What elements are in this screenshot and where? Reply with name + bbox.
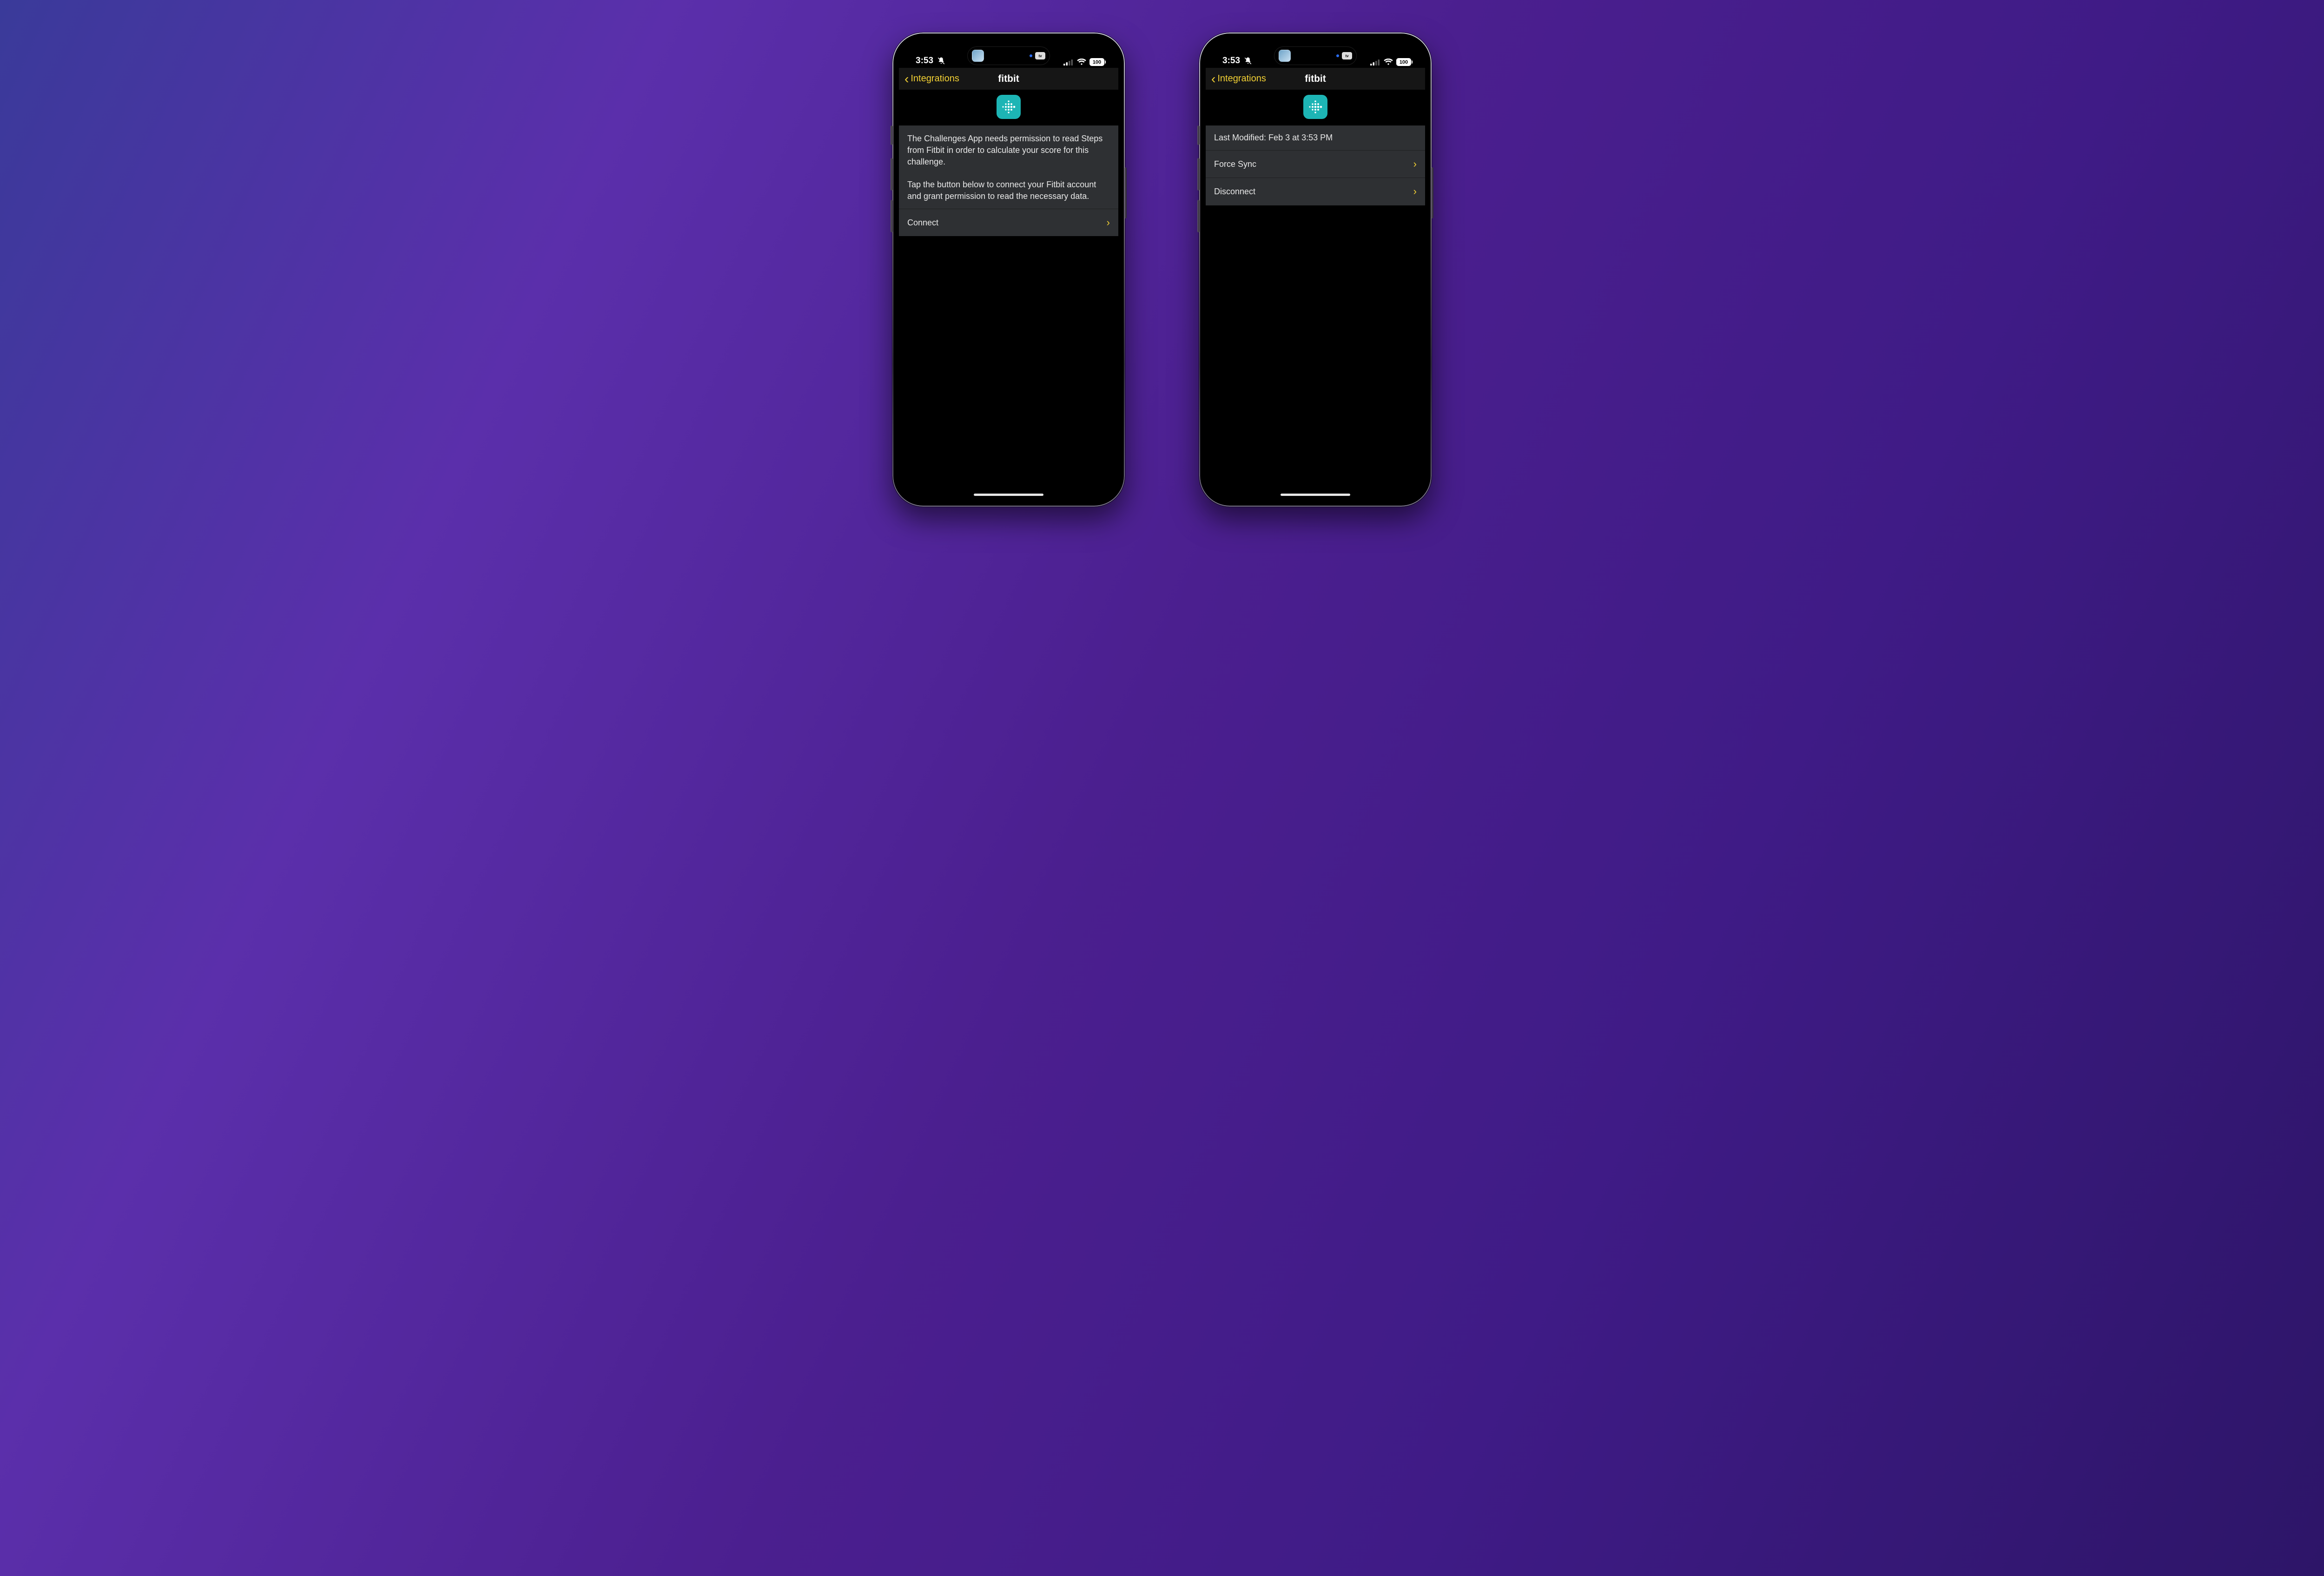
chevron-left-icon: ‹ [1211,73,1215,86]
phone-mockup-left: tv 3:53 100 ‹ Int [892,33,1125,507]
silent-mode-icon [1244,57,1252,65]
content-area: Last Modified: Feb 3 at 3:53 PM Force Sy… [1206,90,1425,500]
now-playing-thumbnail [972,50,984,62]
cellular-signal-icon [1370,59,1380,66]
last-modified-row: Last Modified: Feb 3 at 3:53 PM [1206,125,1425,150]
battery-icon: 100 [1396,58,1411,66]
back-button[interactable]: ‹ Integrations [1206,73,1266,86]
screen: tv 3:53 100 ‹ Int [1206,39,1425,500]
cellular-signal-icon [1063,59,1074,66]
status-time: 3:53 [916,56,933,66]
page-title: fitbit [998,73,1019,85]
info-panel: The Challenges App needs permission to r… [899,125,1118,236]
dynamic-island: tv [967,46,1050,65]
now-playing-thumbnail [1279,50,1291,62]
side-button [1431,167,1433,218]
chevron-right-icon: › [1107,216,1110,230]
back-label: Integrations [911,73,959,84]
back-button[interactable]: ‹ Integrations [899,73,959,86]
connect-label: Connect [907,217,938,229]
nav-bar: ‹ Integrations fitbit [1206,68,1425,90]
screen: tv 3:53 100 ‹ Int [899,39,1118,500]
battery-level: 100 [1093,59,1101,65]
silent-mode-icon [937,57,945,65]
island-right-cluster: tv [1030,52,1045,59]
app-icon-container [1206,90,1425,125]
fitbit-app-icon [997,95,1021,119]
home-indicator[interactable] [974,494,1043,496]
fitbit-app-icon [1303,95,1327,119]
content-area: The Challenges App needs permission to r… [899,90,1118,500]
battery-icon: 100 [1089,58,1104,66]
force-sync-label: Force Sync [1214,158,1256,170]
side-button [1197,158,1200,191]
force-sync-row[interactable]: Force Sync › [1206,150,1425,178]
app-icon-container [899,90,1118,125]
side-button [891,158,893,191]
side-button [1124,167,1127,218]
island-right-cluster: tv [1336,52,1352,59]
settings-panel: Last Modified: Feb 3 at 3:53 PM Force Sy… [1206,125,1425,205]
status-time: 3:53 [1222,56,1240,66]
chevron-left-icon: ‹ [905,73,909,86]
back-label: Integrations [1217,73,1266,84]
disconnect-label: Disconnect [1214,186,1255,198]
last-modified-text: Last Modified: Feb 3 at 3:53 PM [1214,132,1333,144]
chevron-right-icon: › [1413,185,1417,198]
disconnect-row[interactable]: Disconnect › [1206,178,1425,205]
side-button [891,200,893,232]
appletv-badge-icon: tv [1035,52,1045,59]
side-button [1197,200,1200,232]
dynamic-island: tv [1274,46,1357,65]
phone-mockup-right: tv 3:53 100 ‹ Int [1199,33,1432,507]
activity-dot-icon [1030,54,1032,57]
activity-dot-icon [1336,54,1339,57]
wifi-icon [1384,59,1393,66]
side-button [891,125,893,145]
appletv-badge-icon: tv [1342,52,1352,59]
chevron-right-icon: › [1413,157,1417,171]
permission-description: The Challenges App needs permission to r… [899,125,1118,209]
nav-bar: ‹ Integrations fitbit [899,68,1118,90]
home-indicator[interactable] [1281,494,1350,496]
wifi-icon [1077,59,1086,66]
side-button [1197,125,1200,145]
page-title: fitbit [1305,73,1326,85]
battery-level: 100 [1400,59,1408,65]
connect-row[interactable]: Connect › [899,209,1118,236]
